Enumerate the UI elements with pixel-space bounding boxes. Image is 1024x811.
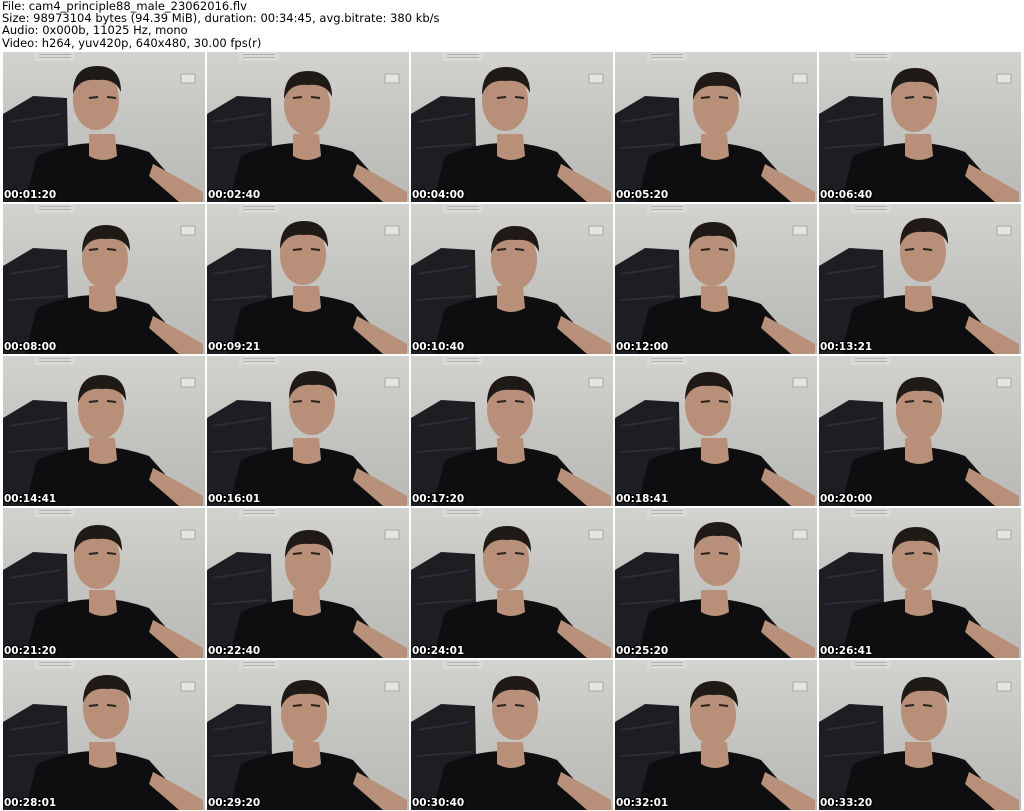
video-frame-image (207, 204, 407, 354)
thumbnail-timestamp: 00:22:40 (208, 645, 261, 657)
video-frame-image (207, 508, 407, 658)
thumbnail-timestamp: 00:32:01 (616, 797, 669, 809)
thumbnail-timestamp: 00:08:00 (4, 341, 57, 353)
video-frame-image (819, 52, 1019, 202)
video-thumbnail-7: 00:09:21 (207, 204, 409, 354)
thumbnail-timestamp: 00:28:01 (4, 797, 57, 809)
video-frame-image (819, 356, 1019, 506)
thumbnail-timestamp: 00:14:41 (4, 493, 57, 505)
video-thumbnail-24: 00:32:01 (615, 660, 817, 810)
thumbnail-timestamp: 00:17:20 (412, 493, 465, 505)
video-thumbnail-13: 00:17:20 (411, 356, 613, 506)
video-frame-image (411, 660, 611, 810)
video-thumbnail-22: 00:29:20 (207, 660, 409, 810)
video-thumbnail-4: 00:05:20 (615, 52, 817, 202)
thumbnail-timestamp: 00:26:41 (820, 645, 873, 657)
video-frame-image (3, 508, 203, 658)
video-thumbnail-17: 00:22:40 (207, 508, 409, 658)
video-thumbnail-16: 00:21:20 (3, 508, 205, 658)
video-thumbnail-18: 00:24:01 (411, 508, 613, 658)
video-info-line: Video: h264, yuv420p, 640x480, 30.00 fps… (2, 35, 262, 50)
thumbnail-timestamp: 00:10:40 (412, 341, 465, 353)
thumbnail-timestamp: 00:18:41 (616, 493, 669, 505)
video-frame-image (3, 660, 203, 810)
video-thumbnail-3: 00:04:00 (411, 52, 613, 202)
video-thumbnail-11: 00:14:41 (3, 356, 205, 506)
video-frame-image (3, 204, 203, 354)
video-frame-image (615, 52, 815, 202)
video-frame-image (819, 508, 1019, 658)
video-frame-image (411, 204, 611, 354)
thumbnail-timestamp: 00:16:01 (208, 493, 261, 505)
video-frame-image (819, 204, 1019, 354)
thumbnail-timestamp: 00:24:01 (412, 645, 465, 657)
video-thumbnail-2: 00:02:40 (207, 52, 409, 202)
video-frame-image (207, 660, 407, 810)
thumbnail-timestamp: 00:04:00 (412, 189, 465, 201)
video-frame-image (411, 356, 611, 506)
video-thumbnail-8: 00:10:40 (411, 204, 613, 354)
video-frame-image (411, 52, 611, 202)
thumbnail-timestamp: 00:13:21 (820, 341, 873, 353)
video-thumbnail-23: 00:30:40 (411, 660, 613, 810)
thumbnail-timestamp: 00:06:40 (820, 189, 873, 201)
video-frame-image (615, 204, 815, 354)
thumbnail-grid: 00:01:20 00:02:40 00:04:00 00:05:20 00:0… (2, 51, 1022, 811)
video-frame-image (3, 52, 203, 202)
video-thumbnail-14: 00:18:41 (615, 356, 817, 506)
video-frame-image (615, 660, 815, 810)
video-thumbnail-6: 00:08:00 (3, 204, 205, 354)
video-thumbnail-15: 00:20:00 (819, 356, 1021, 506)
thumbnail-timestamp: 00:12:00 (616, 341, 669, 353)
thumbnail-timestamp: 00:02:40 (208, 189, 261, 201)
audio-info-line: Audio: 0x000b, 11025 Hz, mono (2, 23, 188, 38)
video-frame-image (207, 52, 407, 202)
video-thumbnail-5: 00:06:40 (819, 52, 1021, 202)
thumbnail-timestamp: 00:21:20 (4, 645, 57, 657)
video-frame-image (411, 508, 611, 658)
video-thumbnail-19: 00:25:20 (615, 508, 817, 658)
thumbnail-timestamp: 00:09:21 (208, 341, 261, 353)
video-thumbnail-20: 00:26:41 (819, 508, 1021, 658)
video-thumbnail-1: 00:01:20 (3, 52, 205, 202)
thumbnail-timestamp: 00:01:20 (4, 189, 57, 201)
video-thumbnail-21: 00:28:01 (3, 660, 205, 810)
thumbnail-timestamp: 00:33:20 (820, 797, 873, 809)
video-frame-image (615, 508, 815, 658)
file-info-header: File: cam4_principle88_male_23062016.flv… (2, 0, 1022, 50)
thumbnail-timestamp: 00:05:20 (616, 189, 669, 201)
video-frame-image (615, 356, 815, 506)
thumbnail-timestamp: 00:25:20 (616, 645, 669, 657)
video-thumbnail-25: 00:33:20 (819, 660, 1021, 810)
video-frame-image (207, 356, 407, 506)
video-thumbnail-12: 00:16:01 (207, 356, 409, 506)
video-thumbnail-9: 00:12:00 (615, 204, 817, 354)
thumbnail-timestamp: 00:29:20 (208, 797, 261, 809)
thumbnail-timestamp: 00:30:40 (412, 797, 465, 809)
video-frame-image (819, 660, 1019, 810)
video-frame-image (3, 356, 203, 506)
thumbnail-timestamp: 00:20:00 (820, 493, 873, 505)
video-thumbnail-10: 00:13:21 (819, 204, 1021, 354)
